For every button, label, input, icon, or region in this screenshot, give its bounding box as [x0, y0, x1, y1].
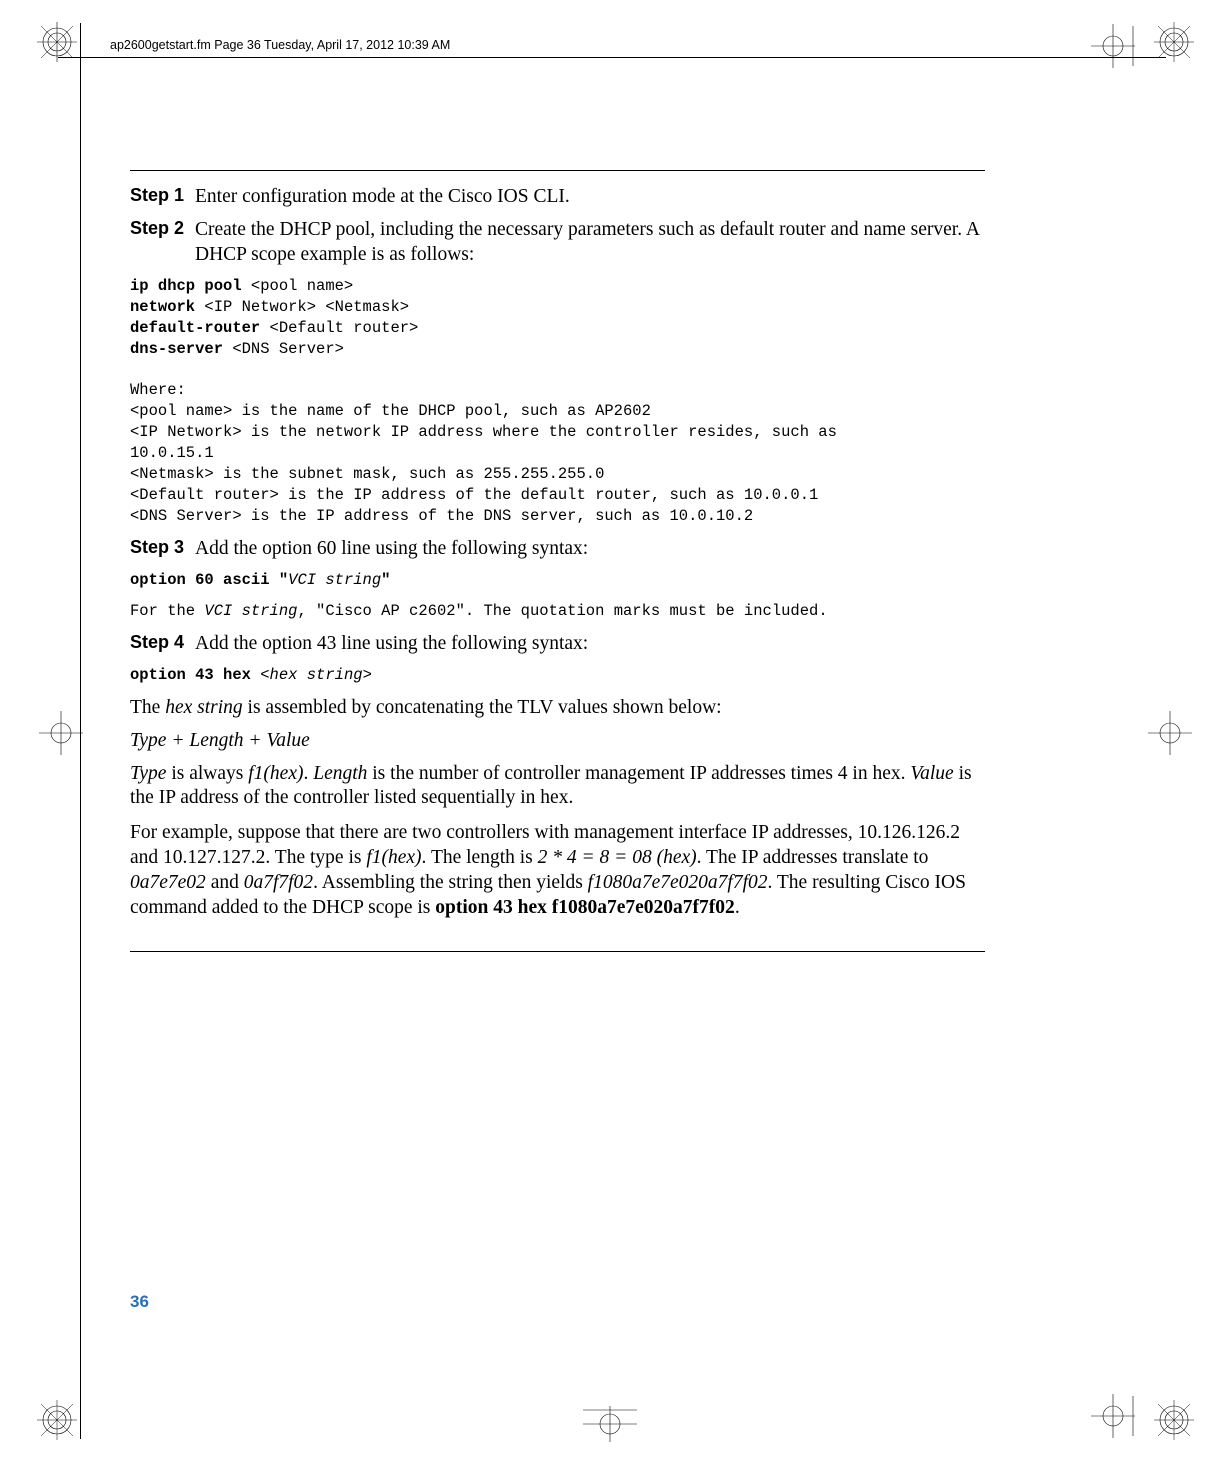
text-frag: , "Cisco AP c2602". The quotation marks … — [297, 602, 827, 620]
crop-mark-top-right — [1085, 18, 1141, 74]
text-frag: hex string — [165, 697, 242, 718]
code-token: 10.0.15.1 — [130, 444, 214, 462]
text-frag: . Assembling the string then yields — [313, 872, 588, 893]
code-token: > — [363, 666, 372, 684]
code-token: <IP Network> <Netmask> — [204, 298, 409, 316]
step-2: Step 2 Create the DHCP pool, including t… — [130, 218, 985, 268]
code-token: < — [260, 666, 269, 684]
example-paragraph: For example, suppose that there are two … — [130, 821, 985, 921]
reg-mark-bottom-right — [1150, 1396, 1198, 1444]
code-token: default-router — [130, 319, 270, 337]
code-token: <IP Network> is the network IP address w… — [130, 423, 846, 441]
text-frag: Value — [910, 763, 953, 784]
text-frag: option 43 hex f1080a7e7e020a7f7f02 — [435, 897, 735, 918]
step-3-text: Add the option 60 line using the followi… — [195, 537, 985, 562]
step-1-text: Enter configuration mode at the Cisco IO… — [195, 185, 985, 210]
text-frag: f1080a7e7e020a7f7f02 — [588, 872, 768, 893]
crop-mark-bottom-center — [575, 1404, 645, 1444]
top-content-rule — [130, 170, 985, 171]
page-body: Step 1 Enter configuration mode at the C… — [130, 170, 985, 966]
step-4-code: option 43 hex <hex string> — [130, 665, 985, 686]
text-frag: 2 * 4 = 8 = 08 (hex) — [538, 847, 697, 868]
text-frag: . — [735, 897, 740, 918]
code-token: <Netmask> is the subnet mask, such as 25… — [130, 465, 604, 483]
text-frag: . The length is — [422, 847, 538, 868]
step-4: Step 4 Add the option 43 line using the … — [130, 632, 985, 657]
code-token: option 60 ascii " — [130, 571, 288, 589]
code-token: <Default router> — [270, 319, 419, 337]
step-4-para-1: The hex string is assembled by concatena… — [130, 696, 985, 721]
step-3-note: For the VCI string, "Cisco AP c2602". Th… — [130, 601, 985, 622]
text-frag: and — [206, 872, 244, 893]
page-number: 36 — [130, 1292, 149, 1312]
code-token: Where: — [130, 381, 186, 399]
code-token: VCI string — [288, 571, 381, 589]
reg-mark-top-left — [33, 18, 81, 66]
bottom-content-rule — [130, 951, 985, 952]
text-frag: Length — [313, 763, 367, 784]
code-token: network — [130, 298, 204, 316]
code-token: dns-server — [130, 340, 232, 358]
text-frag: Type — [130, 763, 166, 784]
step-1-label: Step 1 — [130, 185, 195, 210]
step-2-code: ip dhcp pool <pool name> network <IP Net… — [130, 276, 985, 527]
step-4-text: Add the option 43 line using the followi… — [195, 632, 985, 657]
step-3-label: Step 3 — [130, 537, 195, 562]
code-token: <Default router> is the IP address of th… — [130, 486, 818, 504]
step-4-label: Step 4 — [130, 632, 195, 657]
text-frag: 0a7f7f02 — [244, 872, 313, 893]
code-token: " — [381, 571, 390, 589]
step-4-para-2: Type + Length + Value — [130, 729, 985, 754]
crop-mark-bottom-right — [1085, 1388, 1141, 1444]
header-rule — [58, 57, 1166, 58]
text-frag: . — [303, 763, 313, 784]
code-token: <DNS Server> — [232, 340, 344, 358]
text-frag: VCI string — [204, 602, 297, 620]
step-2-text: Create the DHCP pool, including the nece… — [195, 218, 985, 268]
text-frag: For the — [130, 602, 204, 620]
text-frag: The — [130, 697, 165, 718]
running-header: ap2600getstart.fm Page 36 Tuesday, April… — [110, 38, 450, 52]
reg-mark-top-right — [1150, 18, 1198, 66]
code-token: option 43 hex — [130, 666, 260, 684]
step-3: Step 3 Add the option 60 line using the … — [130, 537, 985, 562]
text-frag: is the number of controller management I… — [367, 763, 910, 784]
step-3-code: option 60 ascii "VCI string" — [130, 570, 985, 591]
step-4-para-3: Type is always f1(hex). Length is the nu… — [130, 762, 985, 812]
code-token: <DNS Server> is the IP address of the DN… — [130, 507, 753, 525]
code-token: hex string — [270, 666, 363, 684]
left-margin-rule — [80, 23, 81, 1439]
text-frag: f1(hex) — [248, 763, 303, 784]
text-frag: is always — [166, 763, 248, 784]
text-frag: is assembled by concatenating the TLV va… — [243, 697, 722, 718]
step-2-label: Step 2 — [130, 218, 195, 268]
text-frag: . The IP addresses translate to — [697, 847, 929, 868]
text-frag: 0a7e7e02 — [130, 872, 206, 893]
crop-mark-mid-right — [1142, 705, 1198, 761]
step-1: Step 1 Enter configuration mode at the C… — [130, 185, 985, 210]
reg-mark-bottom-left — [33, 1396, 81, 1444]
code-token: ip dhcp pool — [130, 277, 251, 295]
code-token: <pool name> — [251, 277, 353, 295]
code-token: <pool name> is the name of the DHCP pool… — [130, 402, 651, 420]
text-frag: f1(hex) — [366, 847, 421, 868]
